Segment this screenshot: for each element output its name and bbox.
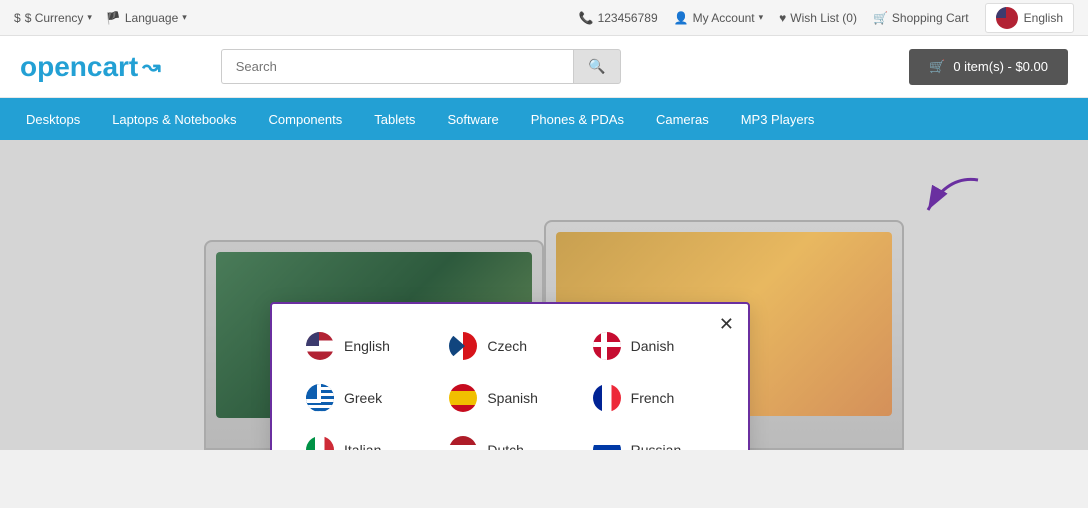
lang-name-italian: Italian	[344, 442, 381, 450]
lang-name-spanish: Spanish	[487, 390, 538, 406]
my-account-link[interactable]: 👤 My Account ▾	[674, 11, 764, 25]
logo-cart-icon: ↝	[142, 54, 160, 80]
lang-option-italian[interactable]: Italian	[300, 432, 433, 450]
phone: 📞 123456789	[579, 11, 658, 25]
language-grid: English Czech Danish Greek Spanish French Ital…	[300, 328, 720, 450]
lang-option-spanish[interactable]: Spanish	[443, 380, 576, 416]
logo[interactable]: opencart ↝	[20, 51, 161, 83]
top-bar-left: $ $ Currency ▾ 🏴 Language ▾	[14, 11, 187, 25]
language-icon: 🏴	[106, 11, 121, 25]
lang-option-greek[interactable]: Greek	[300, 380, 433, 416]
account-icon: 👤	[674, 11, 689, 25]
flag-icon-spanish	[449, 384, 477, 412]
logo-text: opencart	[20, 51, 138, 83]
language-label: Language	[125, 11, 178, 25]
lang-option-english[interactable]: English	[300, 328, 433, 364]
flag-icon-greek	[306, 384, 334, 412]
main-nav: Desktops Laptops & Notebooks Components …	[0, 98, 1088, 140]
nav-tablets[interactable]: Tablets	[358, 102, 431, 137]
search-box: 🔍	[221, 49, 621, 84]
nav-phones[interactable]: Phones & PDAs	[515, 102, 640, 137]
currency-icon: $	[14, 11, 21, 25]
language-dropdown[interactable]: 🏴 Language ▾	[106, 11, 187, 25]
flag-icon-dutch	[449, 436, 477, 450]
my-account-label: My Account	[693, 11, 755, 25]
flag-icon-english	[306, 332, 334, 360]
top-bar-right: 📞 123456789 👤 My Account ▾ ♥ Wish List (…	[579, 3, 1074, 33]
cart-button[interactable]: 🛒 0 item(s) - $0.00	[909, 49, 1068, 85]
shopping-cart-label: Shopping Cart	[892, 11, 969, 25]
lang-option-russian[interactable]: Russian	[587, 432, 720, 450]
shopping-cart-link[interactable]: 🛒 Shopping Cart	[873, 11, 969, 25]
nav-mp3[interactable]: MP3 Players	[725, 102, 831, 137]
nav-desktops[interactable]: Desktops	[10, 102, 96, 137]
currency-arrow-icon: ▾	[87, 12, 92, 23]
lang-option-dutch[interactable]: Dutch	[443, 432, 576, 450]
lang-option-czech[interactable]: Czech	[443, 328, 576, 364]
currency-label: $ Currency	[25, 11, 84, 25]
lang-option-french[interactable]: French	[587, 380, 720, 416]
lang-name-russian: Russian	[631, 442, 682, 450]
search-icon: 🔍	[588, 58, 605, 74]
currency-dropdown[interactable]: $ $ Currency ▾	[14, 11, 92, 25]
modal-overlay: ✕ English Czech Danish Greek Spanish French It…	[0, 140, 1088, 450]
flag-icon-czech	[449, 332, 477, 360]
search-input[interactable]	[221, 49, 574, 84]
lang-option-danish[interactable]: Danish	[587, 328, 720, 364]
flag-icon-russian	[593, 436, 621, 450]
cart-button-icon: 🛒	[929, 59, 945, 75]
top-bar: $ $ Currency ▾ 🏴 Language ▾ 📞 123456789 …	[0, 0, 1088, 36]
wish-list-link[interactable]: ♥ Wish List (0)	[779, 11, 857, 25]
flag-icon-danish	[593, 332, 621, 360]
english-lang-button[interactable]: English	[985, 3, 1074, 33]
nav-software[interactable]: Software	[431, 102, 514, 137]
nav-laptops[interactable]: Laptops & Notebooks	[96, 102, 252, 137]
lang-name-french: French	[631, 390, 675, 406]
phone-number: 123456789	[598, 11, 658, 25]
search-button[interactable]: 🔍	[573, 49, 620, 84]
cart-icon: 🛒	[873, 11, 888, 25]
modal-close-button[interactable]: ✕	[719, 314, 734, 335]
lang-name-english: English	[344, 338, 390, 354]
flag-icon-italian	[306, 436, 334, 450]
language-arrow-icon: ▾	[182, 12, 187, 23]
phone-icon: 📞	[579, 11, 594, 25]
english-flag-icon	[996, 7, 1018, 29]
english-lang-label: English	[1024, 11, 1063, 25]
header: opencart ↝ 🔍 🛒 0 item(s) - $0.00	[0, 36, 1088, 98]
flag-icon-french	[593, 384, 621, 412]
lang-name-danish: Danish	[631, 338, 675, 354]
lang-name-greek: Greek	[344, 390, 382, 406]
wish-list-label: Wish List (0)	[790, 11, 857, 25]
nav-cameras[interactable]: Cameras	[640, 102, 725, 137]
heart-icon: ♥	[779, 11, 786, 25]
language-modal: ✕ English Czech Danish Greek Spanish French It…	[270, 302, 750, 450]
cart-button-label: 0 item(s) - $0.00	[953, 59, 1048, 74]
lang-name-dutch: Dutch	[487, 442, 524, 450]
main-content: ✕ English Czech Danish Greek Spanish French It…	[0, 140, 1088, 450]
nav-components[interactable]: Components	[253, 102, 359, 137]
account-arrow-icon: ▾	[759, 12, 764, 23]
lang-name-czech: Czech	[487, 338, 527, 354]
